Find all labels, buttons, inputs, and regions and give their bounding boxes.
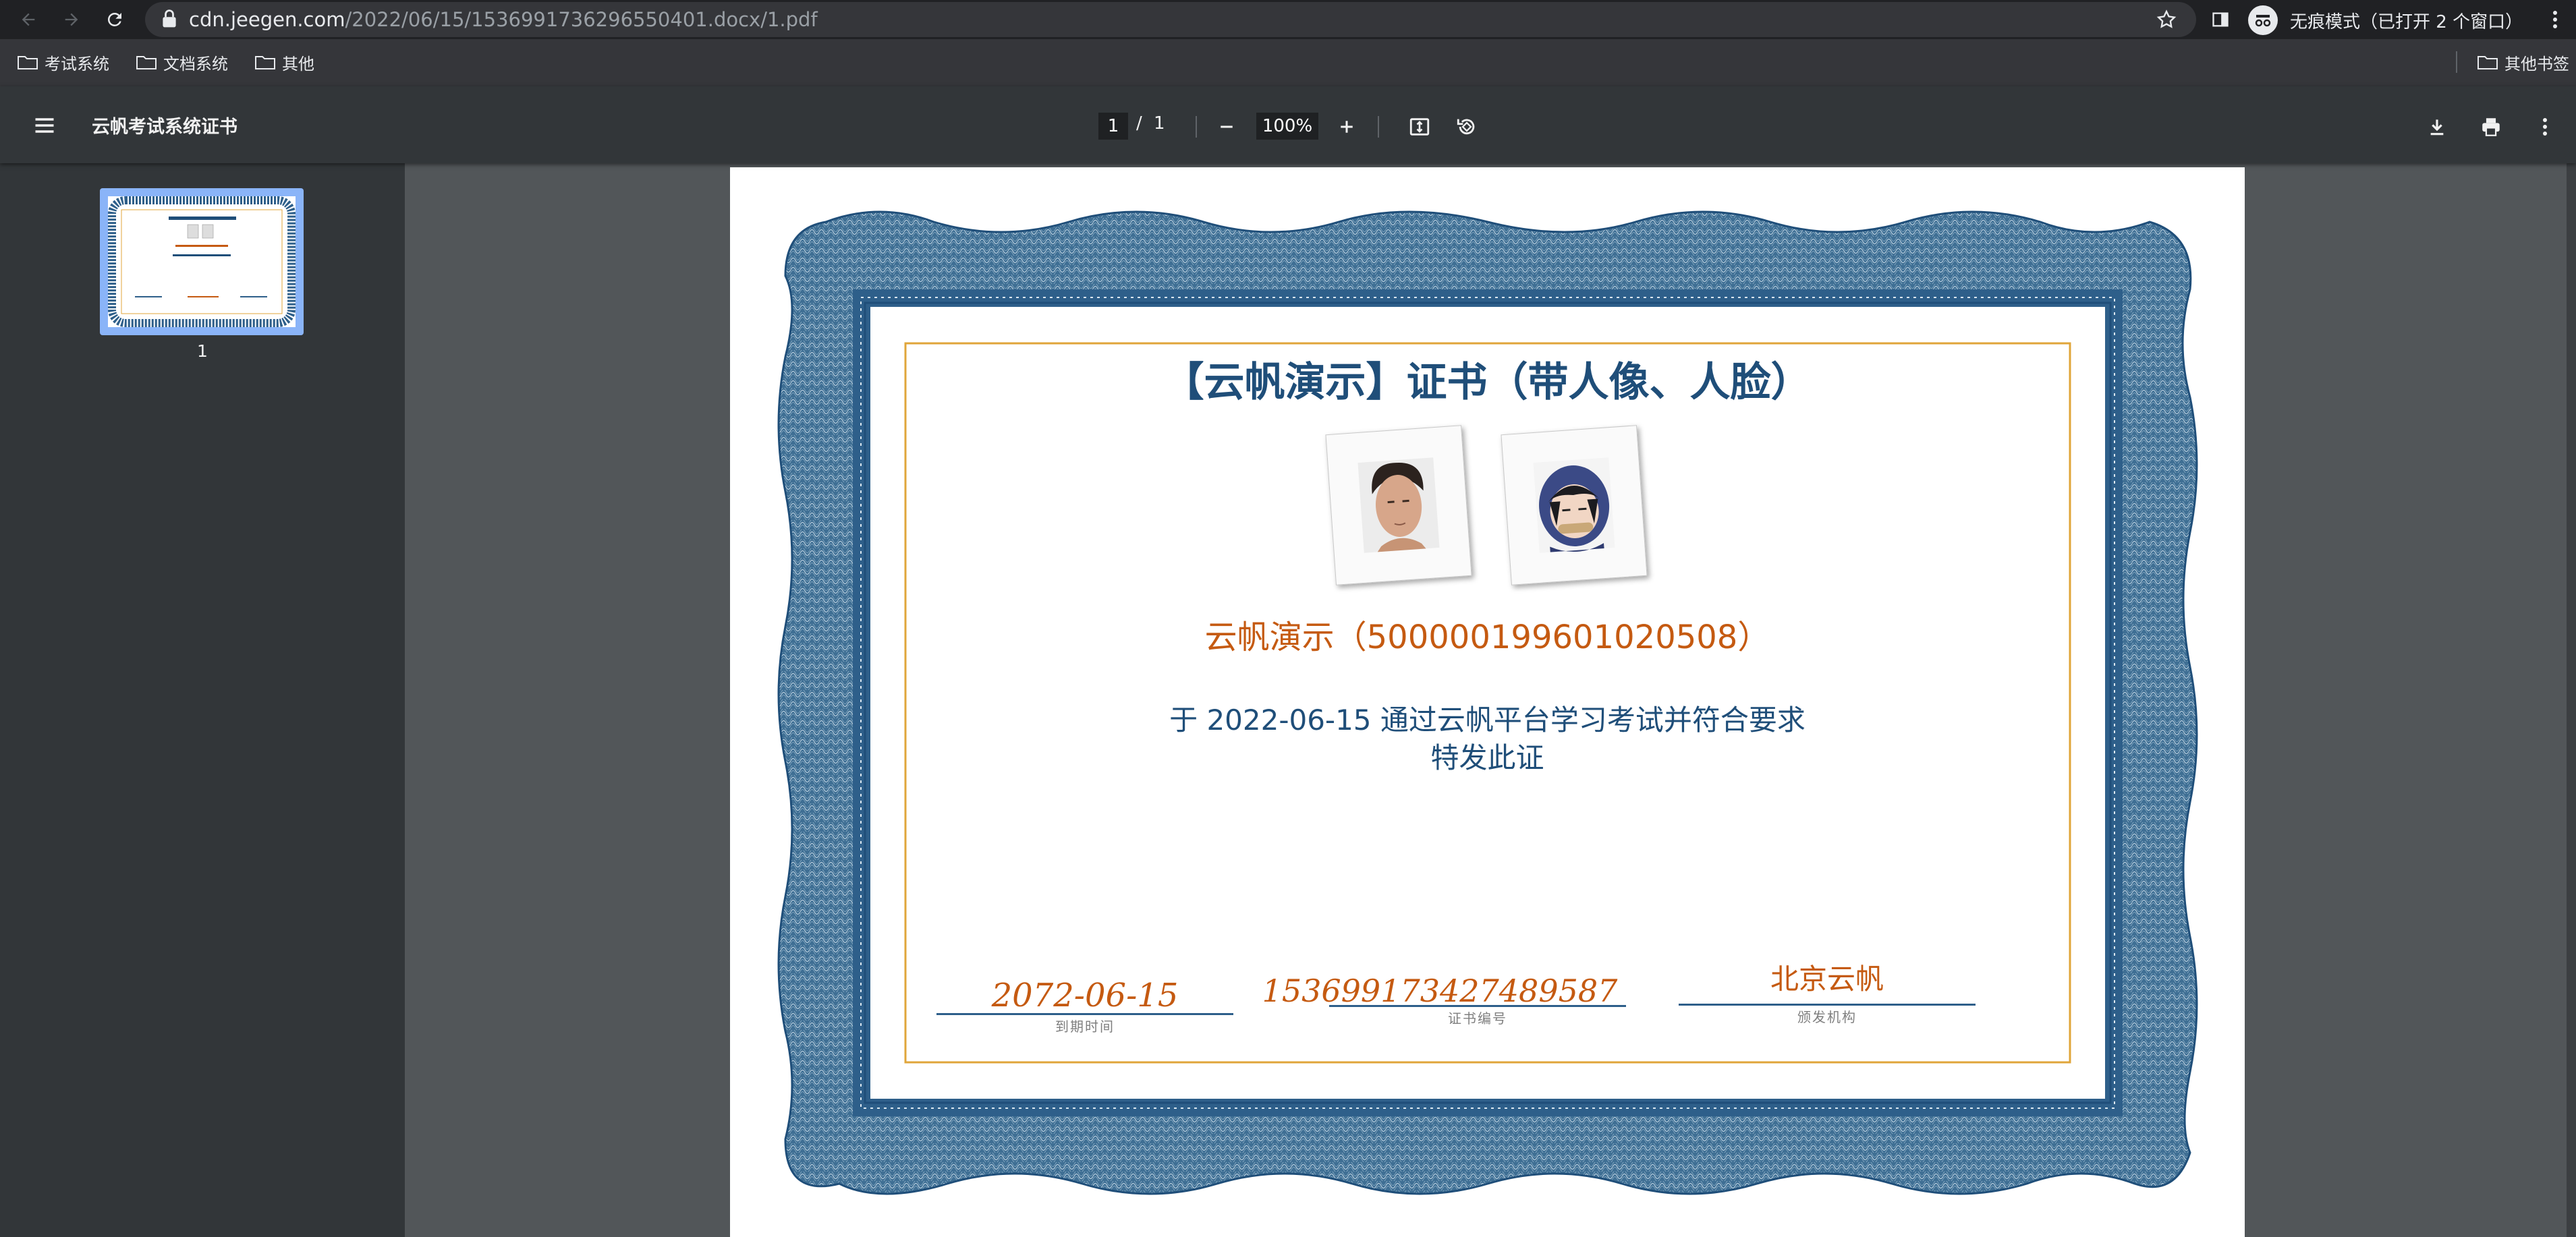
bookmark-label: 考试系统	[45, 54, 109, 74]
toolbar-divider	[1378, 116, 1379, 138]
vertical-scrollbar[interactable]	[2567, 163, 2576, 1237]
zoom-in-icon[interactable]	[1332, 112, 1362, 142]
incognito-label[interactable]: 无痕模式（已打开 2 个窗口）	[2290, 8, 2523, 33]
portrait-photo	[1325, 425, 1472, 585]
other-bookmarks-label: 其他书签	[2504, 54, 2569, 74]
bookmark-label: 其他	[282, 54, 314, 74]
page-number-input[interactable]: 1	[1098, 113, 1128, 140]
url-text[interactable]: cdn.jeegen.com/2022/06/15/15369917362965…	[189, 8, 818, 31]
page-separator: /	[1136, 113, 1142, 134]
menu-icon[interactable]	[32, 113, 57, 140]
rotate-icon[interactable]	[1452, 112, 1482, 142]
download-icon[interactable]	[2422, 112, 2452, 142]
lock-icon[interactable]	[162, 9, 177, 31]
incognito-icon[interactable]	[2248, 5, 2278, 35]
certificate-title: 【云帆演示】证书（带人像、人脸）	[1163, 359, 1812, 406]
star-icon[interactable]	[2156, 9, 2177, 33]
certificate-number-underline	[1329, 1005, 1626, 1007]
issuer-value: 北京云帆	[1770, 962, 1884, 996]
url-host: cdn.jeegen.com	[189, 8, 345, 31]
issuer-caption: 颁发机构	[1797, 1009, 1857, 1025]
print-icon[interactable]	[2476, 112, 2506, 142]
bookmarks-divider	[2456, 51, 2457, 73]
folder-icon	[136, 56, 157, 69]
bookmark-other[interactable]: 其他	[255, 50, 314, 74]
bookmarks-bar	[0, 39, 2576, 87]
url-path: /2022/06/15/1536991736296550401.docx/1.p…	[345, 8, 818, 31]
other-bookmarks[interactable]: 其他书签	[2477, 50, 2569, 74]
expiry-caption: 到期时间	[1055, 1018, 1115, 1035]
face-photo	[1501, 425, 1648, 585]
bookmark-doc-system[interactable]: 文档系统	[136, 50, 228, 74]
more-actions-icon[interactable]	[2530, 112, 2560, 142]
folder-icon	[18, 56, 38, 69]
folder-icon	[255, 56, 275, 69]
back-icon[interactable]	[16, 7, 40, 32]
zoom-out-icon[interactable]	[1212, 112, 1241, 142]
bookmark-exam-system[interactable]: 考试系统	[18, 50, 109, 74]
toolbar-divider	[1196, 116, 1197, 138]
certificate-number-value: 1536991734274895​87	[1262, 973, 1618, 1009]
browser-menu-icon[interactable]	[2552, 9, 2558, 32]
zoom-input[interactable]: 100%	[1256, 113, 1318, 140]
bookmark-label: 文档系统	[163, 54, 228, 74]
expiry-date-value: 2072-06-15	[991, 977, 1179, 1014]
thumbnail-page-number: 1	[197, 341, 208, 361]
document-title: 云帆考试系统证书	[92, 117, 237, 138]
certificate-number-caption: 证书编号	[1448, 1010, 1507, 1027]
side-panel-icon[interactable]	[2211, 10, 2230, 32]
reload-icon[interactable]	[103, 7, 127, 32]
holder-name-id: 云帆演示（500000199601020508）	[1204, 618, 1770, 656]
folder-icon	[2477, 56, 2498, 69]
forward-icon[interactable]	[59, 7, 84, 32]
issue-statement: 特发此证	[1430, 741, 1544, 774]
expiry-underline	[936, 1013, 1233, 1015]
issuer-underline	[1679, 1004, 1976, 1006]
pass-statement: 于 2022-06-15 通过云帆平台学习考试并符合要求	[1169, 703, 1805, 737]
thumbnail-preview	[108, 196, 296, 327]
fit-page-icon[interactable]	[1405, 112, 1434, 142]
page-total: 1	[1154, 113, 1165, 134]
